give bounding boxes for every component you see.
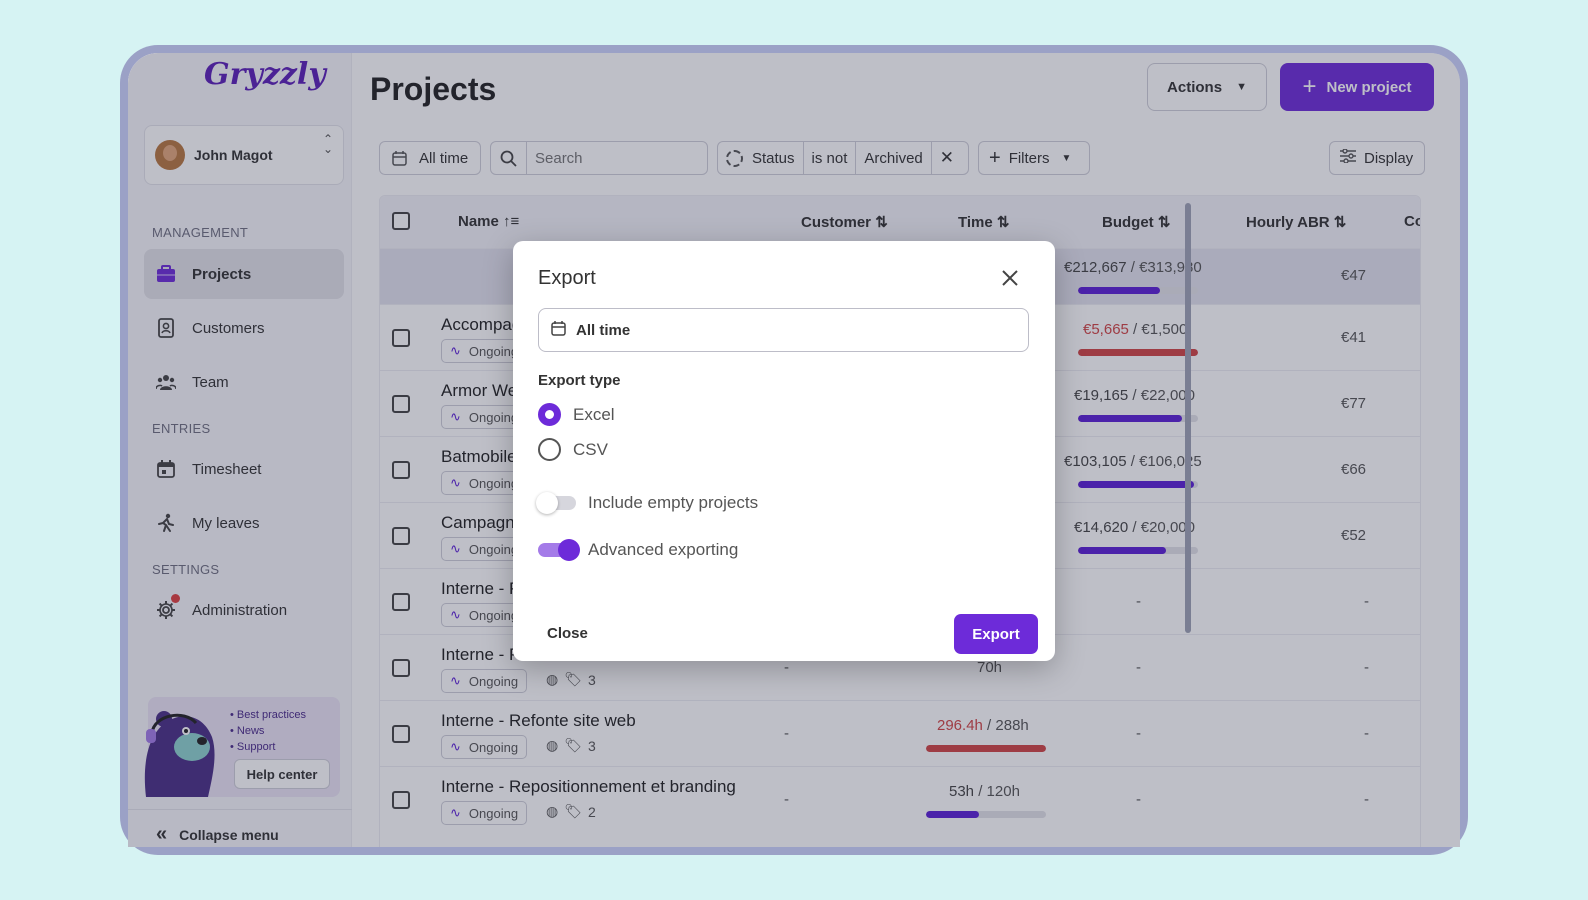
export-type-label: Export type — [538, 372, 621, 389]
export-button[interactable]: Export — [954, 614, 1038, 654]
table-scrollbar[interactable] — [1185, 203, 1191, 633]
toggle-advanced-label: Advanced exporting — [588, 540, 739, 559]
toggle-advanced-exporting[interactable]: Advanced exporting — [538, 539, 739, 561]
close-icon[interactable] — [999, 267, 1021, 289]
toggle-switch-off[interactable] — [536, 492, 576, 514]
radio-excel-label: Excel — [573, 404, 615, 424]
dialog-title: Export — [538, 267, 596, 289]
radio-csv[interactable]: CSV — [538, 438, 608, 461]
close-button[interactable]: Close — [547, 625, 588, 642]
toggle-include-empty[interactable]: Include empty projects — [536, 492, 759, 514]
export-date-label: All time — [576, 321, 631, 339]
radio-csv-label: CSV — [573, 439, 608, 459]
radio-unchecked-icon — [538, 438, 561, 461]
toggle-switch-on[interactable] — [538, 539, 580, 561]
radio-checked-icon — [538, 403, 561, 426]
export-date-range[interactable]: All time — [538, 308, 1029, 352]
toggle-include-empty-label: Include empty projects — [588, 493, 759, 512]
calendar-icon — [551, 320, 566, 340]
radio-excel[interactable]: Excel — [538, 403, 615, 426]
export-dialog: Export All time Export type Excel CSV In… — [513, 241, 1055, 661]
